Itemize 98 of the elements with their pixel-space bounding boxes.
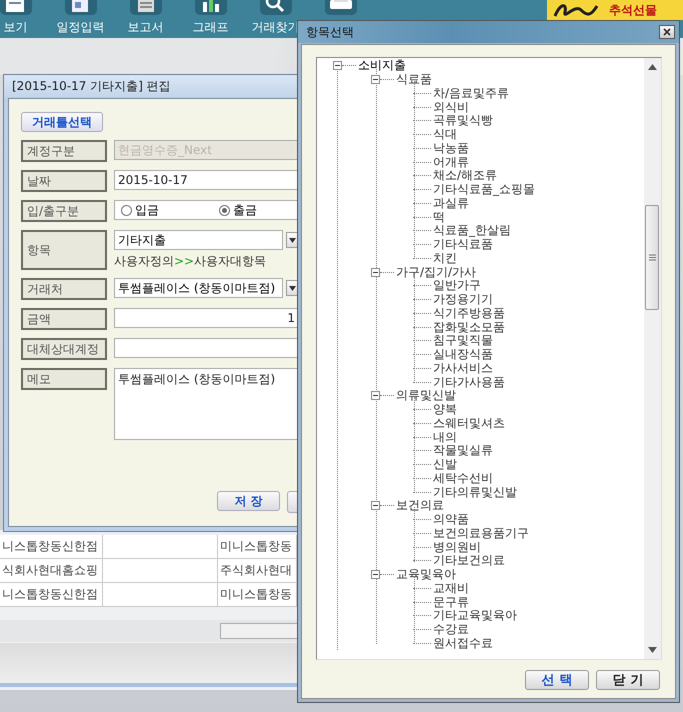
ad-banner[interactable]: 추석선물 <box>547 0 683 20</box>
tree-item[interactable]: 어개류 <box>433 156 469 169</box>
collapse-toggle-icon[interactable] <box>371 391 380 400</box>
window-title: 항목선택 <box>306 24 354 40</box>
tree-item[interactable]: 교육및육아 <box>396 568 456 582</box>
tree-item[interactable]: 차/음료및주류 <box>433 86 510 100</box>
tree-item[interactable]: 내의 <box>433 430 457 444</box>
radio-icon[interactable] <box>121 204 132 216</box>
tree-item[interactable]: 식료품 <box>396 73 432 86</box>
scroll-bar[interactable] <box>644 58 661 659</box>
collapse-toggle-icon[interactable] <box>371 570 380 580</box>
tree-item[interactable]: 수강료 <box>433 623 469 636</box>
dialog-button[interactable] <box>287 491 298 513</box>
collapse-toggle-icon[interactable] <box>371 268 380 277</box>
table-cell: 니스톱창동신한점 <box>0 535 103 558</box>
field-label: 계정구분 <box>21 140 107 162</box>
tree-item[interactable]: 과실류 <box>433 196 469 210</box>
input-field[interactable] <box>114 338 298 358</box>
tree-item[interactable]: 보건의료용품기구 <box>433 526 529 540</box>
dropdown-button[interactable] <box>286 280 298 296</box>
search-icon[interactable] <box>260 0 292 15</box>
field-label: 거래처 <box>21 278 107 300</box>
tree-item[interactable]: 세탁수선비 <box>433 472 493 485</box>
field-label: 항목 <box>21 230 107 270</box>
dialog-button[interactable]: 닫 기 <box>596 670 660 690</box>
tree-item[interactable]: 기타교육및육아 <box>433 609 517 622</box>
print-icon[interactable] <box>324 0 356 15</box>
combo-field[interactable]: 기타지출 <box>114 230 284 250</box>
tree-item[interactable]: 채소/해조류 <box>433 169 498 182</box>
tree-item[interactable]: 기타가사용품 <box>433 376 505 389</box>
tree-item[interactable]: 의류및신발 <box>396 389 456 402</box>
tree-item[interactable]: 작물및실류 <box>433 444 493 458</box>
tree-item[interactable]: 가구/집기/가사 <box>396 266 476 279</box>
banner-text: 추석선물 <box>609 2 657 18</box>
window-title: [2015-10-17 기타지출] 편집 <box>12 78 171 94</box>
input-field[interactable]: 1 <box>114 308 298 328</box>
graph-icon[interactable] <box>194 0 226 15</box>
template-select-button[interactable]: 거래틀선택 <box>21 112 103 132</box>
field-label: 금액 <box>21 308 107 330</box>
view-icon[interactable] <box>0 0 32 15</box>
tree-item[interactable]: 가정용기기 <box>433 293 493 306</box>
dropdown-button[interactable] <box>286 232 298 248</box>
category-path: 사용자정의>>사용자대항목 <box>114 253 268 270</box>
field-label: 메모 <box>21 368 107 390</box>
tree-item[interactable]: 병의원비 <box>433 540 481 554</box>
field-label: 날짜 <box>21 170 107 192</box>
tree-item[interactable]: 외식비 <box>433 100 469 114</box>
radio-option[interactable]: 입금 <box>121 202 159 218</box>
tree-item[interactable]: 양복 <box>433 403 457 416</box>
tree-item[interactable]: 소비지출 <box>358 59 406 72</box>
toolbar-label[interactable]: 보고서 <box>128 19 164 36</box>
tree-item[interactable]: 잡화및소모품 <box>433 320 505 334</box>
toolbar-label[interactable]: 그래프 <box>192 19 228 36</box>
field-label: 입/출구분 <box>21 200 107 222</box>
collapse-toggle-icon[interactable] <box>371 75 380 84</box>
dialog-button[interactable]: 선 택 <box>525 670 589 690</box>
tree-item[interactable]: 낙농품 <box>433 142 469 155</box>
tree-item[interactable]: 스웨터및셔츠 <box>433 416 505 430</box>
memo-field[interactable]: 투썸플레이스 (창동이마트점) <box>114 368 298 440</box>
scroll-bar[interactable] <box>220 623 298 639</box>
collapse-toggle-icon[interactable] <box>371 501 380 510</box>
toolbar-label[interactable]: 보기 <box>4 19 28 36</box>
save-button[interactable]: 저 장 <box>217 491 280 511</box>
tree-item[interactable]: 치킨 <box>433 252 457 265</box>
radio-icon[interactable] <box>219 204 230 216</box>
close-icon <box>663 28 671 36</box>
caret-icon <box>288 286 296 290</box>
close-button[interactable] <box>659 25 675 39</box>
tree-item[interactable]: 보건의료 <box>396 499 444 512</box>
tree-item[interactable]: 신발 <box>433 458 457 472</box>
tree-item[interactable]: 의약품 <box>433 513 469 526</box>
tree-item[interactable]: 실내장식품 <box>433 348 493 362</box>
tree-item[interactable]: 일반가구 <box>433 279 481 292</box>
tree-item[interactable]: 가사서비스 <box>433 362 493 375</box>
tree-item[interactable]: 식기주방용품 <box>433 306 505 320</box>
tree-item[interactable]: 식료품_한살림 <box>433 224 511 238</box>
tree-item[interactable]: 기타의류및신발 <box>433 486 517 499</box>
schedule-icon[interactable] <box>64 0 96 15</box>
tree-item[interactable]: 곡류및식빵 <box>433 114 493 128</box>
table-cell: 니스톱창동신한점 <box>0 583 103 606</box>
input-field[interactable]: 2015-10-17 <box>114 170 298 190</box>
tree-item[interactable]: 교재비 <box>433 582 469 595</box>
table-cell: 식회사현대홈쇼핑 <box>0 559 103 582</box>
report-icon[interactable] <box>130 0 162 15</box>
caret-icon <box>288 238 296 242</box>
tree-item[interactable]: 기타식료품_쇼핑몰 <box>433 183 535 196</box>
toolbar-label[interactable]: 일정입력 <box>56 19 104 36</box>
tree-item[interactable]: 기타보건의료 <box>433 554 505 568</box>
tree-item[interactable]: 떡 <box>433 210 445 224</box>
collapse-toggle-icon[interactable] <box>333 61 342 70</box>
combo-field[interactable]: 투썸플레이스 (창동이마트점) <box>114 278 284 298</box>
tree-item[interactable]: 식대 <box>433 128 457 142</box>
tree-item[interactable]: 문구류 <box>433 596 469 609</box>
field-label: 대체상대계정 <box>21 338 107 360</box>
radio-option[interactable]: 출금 <box>219 202 257 218</box>
tree-item[interactable]: 침구및직물 <box>433 334 493 348</box>
tree-item[interactable]: 원서접수료 <box>433 636 493 650</box>
tree-item[interactable]: 기타식료품 <box>433 238 493 252</box>
